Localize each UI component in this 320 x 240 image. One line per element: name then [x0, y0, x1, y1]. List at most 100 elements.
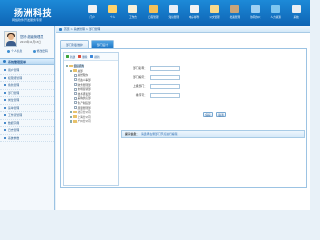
nav-item-5[interactable]: 电子邮件 — [184, 3, 204, 23]
refresh-icon — [90, 55, 94, 58]
sidebar-item-label: 角色管理 — [8, 83, 20, 88]
tree-tool-label: 删除 — [82, 55, 88, 59]
tab-department-design[interactable]: 部门设计 — [90, 40, 114, 48]
expand-toggle-icon[interactable] — [70, 115, 73, 118]
nav-item-0[interactable]: 门户 — [82, 3, 102, 23]
tree-tool-1[interactable]: 删除 — [78, 55, 87, 59]
archive-icon — [230, 5, 240, 13]
expand-toggle-icon[interactable] — [70, 69, 73, 72]
menu-header: 系统管理菜单 — [0, 58, 54, 65]
folder-icon — [69, 64, 73, 68]
user-panel: 您好:超级管理员 2013年11月13日 — [2, 31, 53, 51]
tree-node-label: 生产制造部 — [77, 101, 91, 105]
tree-tool-label: 刷新 — [94, 55, 100, 59]
nav-item-label: 档案管理 — [229, 16, 241, 19]
profile-icon — [7, 49, 11, 53]
team-icon — [250, 5, 260, 13]
nav-item-label: 个人 — [109, 16, 116, 19]
sidebar-item-label: 用户管理 — [8, 68, 20, 73]
sidebar-item-0[interactable]: 用户管理 — [0, 67, 54, 75]
calendar-icon — [148, 5, 158, 13]
nav-item-3[interactable]: 日程管理 — [143, 3, 163, 23]
field-label: 部门编号： — [133, 75, 147, 80]
home-icon — [87, 5, 97, 13]
nav-item-7[interactable]: 档案管理 — [225, 3, 245, 23]
tree-node-label: 技术研发部 — [77, 92, 91, 96]
tools-icon — [291, 5, 301, 13]
field-label: 上级部门： — [133, 84, 147, 89]
top-nav: 门户 个人 工作台 日程管理 知识管理 电子邮件 公文管理 档案管理 协同办公 人力资源 系统 — [82, 3, 306, 23]
tree-node-label: 财务管理部 — [77, 83, 91, 87]
text-input[interactable] — [150, 75, 180, 80]
nav-item-10[interactable]: 系统 — [286, 3, 306, 23]
mail-icon — [189, 5, 199, 13]
tree-node-label: 组织机构 — [73, 64, 84, 69]
sidebar-item-4[interactable]: 岗位管理 — [0, 97, 54, 105]
file-icon — [74, 83, 77, 87]
tree-tool-0[interactable]: 新建 — [66, 55, 75, 59]
tree-toolbar: 新建 删除 刷新 — [64, 53, 118, 61]
key-icon — [32, 49, 36, 53]
brand-subtitle: 网络软件开发服务专家 — [12, 18, 43, 22]
left-sidebar: 您好:超级管理员 2013年11月13日 个人信息 修改密码 系统管理菜单 用户… — [0, 26, 55, 210]
tree-node-label: 广州分公司 — [77, 120, 91, 124]
menu-header-label: 系统管理菜单 — [8, 59, 27, 64]
welcome-text: 您好:超级管理员 — [20, 35, 44, 39]
sidebar-item-2[interactable]: 角色管理 — [0, 82, 54, 90]
expand-toggle-icon[interactable] — [66, 65, 69, 68]
nav-item-4[interactable]: 知识管理 — [164, 3, 184, 23]
text-input[interactable] — [150, 84, 180, 89]
folder-icon — [73, 115, 77, 119]
file-icon — [74, 96, 77, 100]
sidebar-item-1[interactable]: 权限组管理 — [0, 75, 54, 82]
user-links: 个人信息 修改密码 — [2, 49, 53, 53]
brand-logo: 扬洲科技 网络软件开发服务专家 — [0, 0, 60, 26]
file-icon — [74, 87, 77, 91]
bullet-icon — [4, 136, 6, 139]
sidebar-item-label: 权限组管理 — [8, 75, 22, 80]
nav-item-9[interactable]: 人力资源 — [266, 3, 286, 23]
form-row: 上级部门： — [129, 84, 180, 89]
tab-department-list[interactable]: 部门列表维护 — [60, 40, 89, 48]
save-button[interactable]: 保存 — [203, 112, 213, 117]
expand-toggle-icon[interactable] — [70, 120, 73, 123]
cancel-button[interactable]: 取消 — [216, 112, 226, 117]
nav-item-1[interactable]: 个人 — [102, 3, 122, 23]
sidebar-item-label: 部门管理 — [8, 90, 20, 95]
breadcrumb: 首页 > 系统管理 > 部门管理 — [56, 26, 310, 33]
bullet-icon — [4, 129, 6, 132]
sidebar-item-3[interactable]: 部门管理 — [0, 90, 54, 97]
nav-item-8[interactable]: 协同办公 — [245, 3, 265, 23]
text-input[interactable] — [150, 93, 180, 98]
tree-tool-2[interactable]: 刷新 — [90, 55, 100, 59]
sidebar-item-5[interactable]: 菜单管理 — [0, 105, 54, 112]
bullet-icon — [4, 91, 6, 94]
tree-node-label: 行政人事部 — [77, 78, 91, 82]
breadcrumb-text: 首页 > 系统管理 > 部门管理 — [64, 27, 101, 31]
expand-toggle-icon[interactable] — [70, 111, 73, 114]
file-icon — [74, 78, 77, 82]
sidebar-item-label: 日志管理 — [8, 128, 20, 133]
nav-item-label: 协同办公 — [250, 16, 261, 19]
file-icon — [74, 101, 77, 105]
bullet-icon — [4, 69, 6, 72]
sidebar-item-6[interactable]: 工作流管理 — [0, 112, 54, 120]
tab-strip: 部门列表维护 部门设计 — [60, 40, 116, 48]
nav-item-6[interactable]: 公文管理 — [204, 3, 224, 23]
nav-item-2[interactable]: 工作台 — [123, 3, 143, 23]
text-input[interactable] — [150, 66, 180, 71]
sidebar-item-8[interactable]: 日志管理 — [0, 127, 54, 135]
profile-link[interactable]: 个人信息 — [7, 49, 22, 53]
field-label: 排序号： — [135, 93, 147, 98]
tree-node[interactable]: 广州分公司 — [70, 119, 91, 123]
sidebar-item-9[interactable]: 系统参数 — [0, 135, 54, 142]
sidebar-item-7[interactable]: 数据字典 — [0, 120, 54, 127]
nav-item-label: 日程管理 — [148, 16, 159, 19]
bullet-icon — [4, 114, 6, 117]
sidebar-item-label: 系统参数 — [8, 135, 20, 140]
tip-bar: 提示信息： 请选择左侧部门节点进行编辑 — [121, 130, 305, 138]
file-icon — [74, 106, 77, 110]
form-row: 部门名称： — [129, 66, 180, 71]
folder-icon — [73, 69, 77, 73]
change-password-link[interactable]: 修改密码 — [32, 49, 48, 53]
